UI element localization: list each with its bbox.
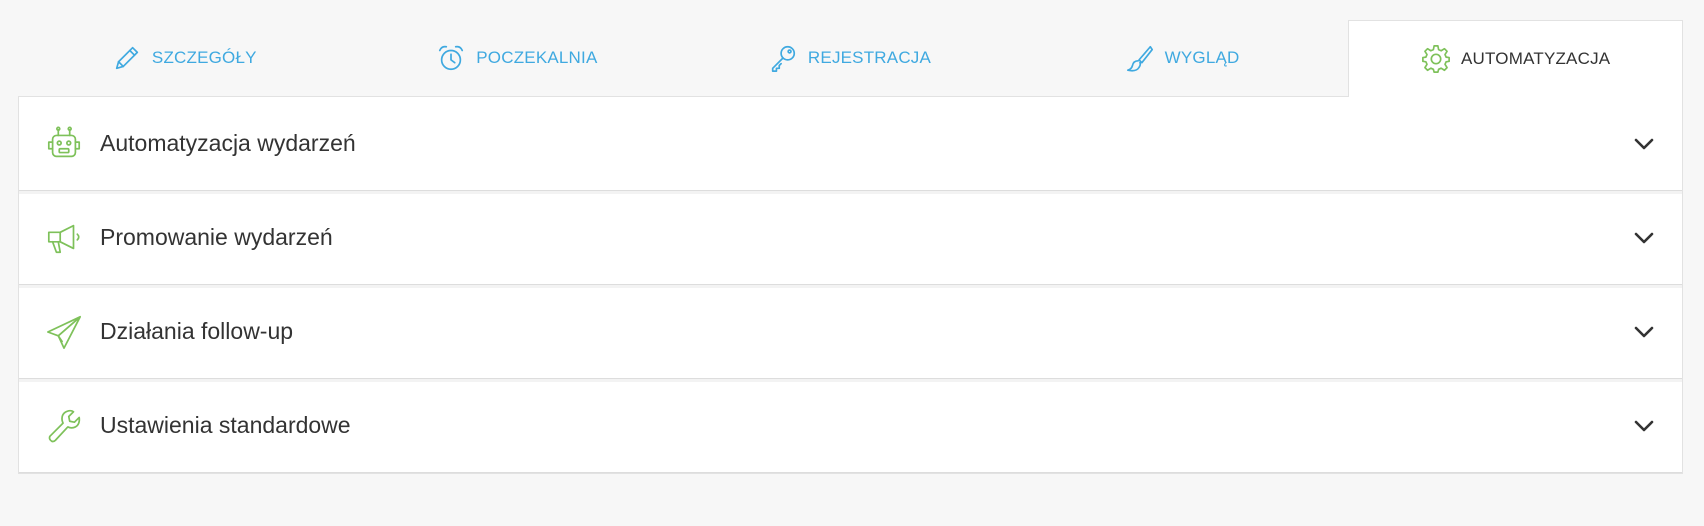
tab-label: WYGLĄD — [1164, 48, 1240, 67]
section-automatyzacja-wydarzen[interactable]: Automatyzacja wydarzeń — [19, 97, 1682, 194]
section-label: Automatyzacja wydarzeń — [100, 130, 356, 156]
tab-label: POCZEKALNIA — [476, 48, 598, 67]
tab-automatyzacja[interactable]: AUTOMATYZACJA — [1348, 20, 1683, 97]
tab-bar: SZCZEGÓŁY POCZEKALNIA REJESTRACJA WYGLĄD… — [18, 20, 1683, 97]
event-settings: SZCZEGÓŁY POCZEKALNIA REJESTRACJA WYGLĄD… — [18, 20, 1683, 474]
chevron-down-icon[interactable] — [1632, 132, 1656, 156]
tab-poczekalnia[interactable]: POCZEKALNIA — [351, 20, 684, 96]
gear-icon — [1421, 44, 1451, 74]
key-icon — [768, 43, 798, 73]
megaphone-icon — [44, 218, 84, 258]
tab-label: SZCZEGÓŁY — [151, 48, 257, 67]
section-dzialania-follow-up[interactable]: Działania follow-up — [19, 285, 1682, 382]
section-ustawienia-standardowe[interactable]: Ustawienia standardowe — [19, 379, 1682, 473]
tab-label: AUTOMATYZACJA — [1461, 49, 1611, 68]
alarm-clock-icon — [436, 43, 466, 73]
accordion: Automatyzacja wydarzeń Promowanie wydarz… — [18, 96, 1683, 474]
paper-plane-icon — [44, 312, 84, 352]
chevron-down-icon[interactable] — [1632, 226, 1656, 250]
section-label: Ustawienia standardowe — [100, 412, 351, 438]
tab-szczegoly[interactable]: SZCZEGÓŁY — [18, 20, 351, 96]
section-promowanie-wydarzen[interactable]: Promowanie wydarzeń — [19, 191, 1682, 288]
paint-brush-icon — [1125, 43, 1155, 73]
section-label: Działania follow-up — [100, 318, 294, 344]
section-label: Promowanie wydarzeń — [100, 224, 333, 250]
wrench-icon — [44, 406, 84, 446]
tab-rejestracja[interactable]: REJESTRACJA — [683, 20, 1016, 96]
tab-label: REJESTRACJA — [807, 48, 932, 67]
pencil-icon — [112, 43, 142, 73]
chevron-down-icon[interactable] — [1632, 320, 1656, 344]
chevron-down-icon[interactable] — [1632, 414, 1656, 438]
robot-icon — [44, 124, 84, 164]
tab-wyglad[interactable]: WYGLĄD — [1016, 20, 1349, 96]
